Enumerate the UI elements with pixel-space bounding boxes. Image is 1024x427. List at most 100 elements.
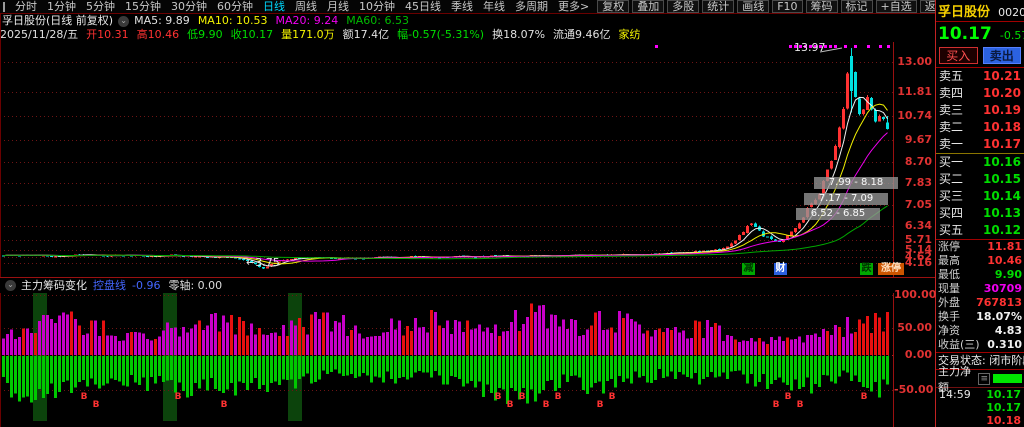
main-chart-canvas[interactable]	[0, 42, 893, 277]
queue-price: 10.12	[983, 222, 1021, 239]
buy-signal-marker: B	[220, 401, 228, 410]
period-tab[interactable]: 60分钟	[217, 0, 253, 13]
y-axis-label: 10.74	[894, 110, 932, 122]
tick-price: 10.18	[986, 414, 1021, 427]
toolbar-button[interactable]: 标记	[841, 0, 873, 13]
event-marker[interactable]: 财	[774, 263, 787, 275]
event-marker[interactable]: 跌	[860, 263, 873, 275]
zero-axis-label: 零轴: 0.00	[168, 279, 222, 293]
toolbar-button[interactable]: F10	[772, 0, 802, 13]
buy-signal-marker: B	[554, 393, 562, 402]
queue-label: 买二	[939, 171, 963, 188]
tick-price: 10.17	[986, 388, 1021, 401]
bid-row[interactable]: 买二10.15	[936, 171, 1024, 188]
queue-price: 10.18	[983, 119, 1021, 136]
queue-label: 卖一	[939, 136, 963, 153]
period-tab[interactable]: 年线	[483, 0, 505, 13]
ask-row[interactable]: 卖四 10.20	[936, 85, 1024, 102]
period-tab[interactable]: 1分钟	[47, 0, 76, 13]
chart-title: 孚日股份(日线 前复权)	[2, 14, 113, 28]
tick-row: 10.18	[936, 414, 1024, 427]
ohlc-value: 额17.4亿	[343, 28, 390, 41]
queue-price: 10.16	[983, 154, 1021, 171]
ask-row[interactable]: 卖一10.17	[936, 136, 1024, 153]
bid-row[interactable]: 买三10.14	[936, 188, 1024, 205]
queue-price: 10.13	[983, 205, 1021, 222]
ma-value: MA10: 10.53	[198, 14, 268, 27]
window-icon[interactable]	[3, 2, 5, 12]
ask-row[interactable]: 卖三10.19	[936, 102, 1024, 119]
period-tab[interactable]: 月线	[327, 0, 349, 13]
event-marker[interactable]: 减	[742, 263, 755, 275]
period-tab[interactable]: 更多>	[558, 0, 589, 13]
period-tab[interactable]: 周线	[295, 0, 317, 13]
buy-button[interactable]: 买入	[939, 47, 978, 64]
queue-price: 10.19	[983, 102, 1021, 119]
y-axis-label: 8.70	[894, 156, 932, 168]
bid-row[interactable]: 买四10.13	[936, 205, 1024, 222]
gap-annotation: 7.17 - 7.09	[804, 193, 888, 205]
toolbar-button[interactable]: 多股	[667, 0, 699, 13]
signal-dots-layer	[655, 45, 890, 48]
y-axis-label: 0.00	[894, 349, 932, 361]
period-tab[interactable]: 30分钟	[171, 0, 207, 13]
ask-row[interactable]: 卖五10.21	[936, 68, 1024, 85]
control-line-label: 控盘线	[93, 279, 126, 293]
quote-panel-header: 孚日股份 002083	[936, 0, 1024, 22]
period-tab[interactable]: 多周期	[515, 0, 548, 13]
stat-label: 最低	[938, 268, 960, 282]
period-tab[interactable]: 分时	[15, 0, 37, 13]
toolbar-button[interactable]: 画线	[737, 0, 769, 13]
event-marker[interactable]: 涨停	[878, 263, 904, 275]
stat-value: 18.07%	[976, 310, 1022, 324]
ohlc-value: 2025/11/28/五	[0, 28, 78, 41]
sell-queue: 卖五10.21卖四 10.20卖三10.19卖二10.18卖一10.17	[936, 68, 1024, 154]
y-axis-label: -50.00	[894, 384, 932, 396]
ma-values: MA5: 9.89MA10: 10.53MA20: 9.24MA60: 6.53	[134, 14, 417, 28]
tick-list: 14:5910.1710.1710.18	[936, 388, 1024, 427]
top-menubar: 分时 1分钟 5分钟 15分钟 30分钟 60分钟日线周线月线 10分钟 45日线季线年线多周…	[0, 0, 935, 14]
bid-row[interactable]: 买五 10.12	[936, 222, 1024, 239]
stat-label: 净资	[938, 324, 960, 338]
queue-label: 卖五	[939, 68, 963, 85]
price-change: -0.57	[1000, 29, 1024, 42]
period-tab[interactable]: 季线	[451, 0, 473, 13]
sell-button[interactable]: 卖出	[983, 47, 1022, 64]
queue-label: 买五	[939, 222, 963, 239]
list-icon[interactable]: ≡	[978, 373, 990, 385]
ohlc-value: 换18.07%	[492, 28, 545, 41]
stock-terminal: 分时 1分钟 5分钟 15分钟 30分钟 60分钟日线周线月线 10分钟 45日线季线年线多周…	[0, 0, 1024, 427]
toolbar-button[interactable]: 复权	[597, 0, 629, 13]
sub-chart-canvas[interactable]	[0, 292, 893, 427]
gap-annotation: 7.99 - 8.18	[814, 177, 898, 189]
period-tab[interactable]: 10分钟	[359, 0, 395, 13]
toolbar-button[interactable]: 筹码	[806, 0, 838, 13]
toolbar-button[interactable]: +自选	[876, 0, 917, 13]
tick-price: 10.17	[986, 401, 1021, 414]
ohlc-value: 量171.0万	[281, 28, 335, 41]
toolbar-button[interactable]: 统计	[702, 0, 734, 13]
stat-value: 11.81	[987, 240, 1022, 254]
y-axis-label: 7.83	[894, 177, 932, 189]
collapse-icon[interactable]: ⌄	[118, 16, 129, 27]
period-tab[interactable]: 15分钟	[125, 0, 161, 13]
stock-name[interactable]: 孚日股份	[938, 5, 990, 20]
period-tab[interactable]: 5分钟	[86, 0, 115, 13]
period-tab[interactable]: 日线	[263, 0, 285, 13]
collapse-icon[interactable]: ⌄	[5, 280, 16, 291]
ma-value: MA60: 6.53	[346, 14, 409, 27]
queue-label: 卖四	[939, 85, 963, 102]
toolbar-button[interactable]: 叠加	[632, 0, 664, 13]
stat-label: 现量	[938, 282, 960, 296]
period-tab[interactable]: 45日线	[405, 0, 441, 13]
ohlc-value: 开10.31	[86, 28, 129, 41]
bid-row[interactable]: 买一 10.16	[936, 154, 1024, 171]
buy-signal-marker: B	[772, 401, 780, 410]
ask-row[interactable]: 卖二10.18	[936, 119, 1024, 136]
peak-price-annotation: 13.97	[794, 42, 826, 53]
main-net-bar	[993, 374, 1022, 383]
stat-row: 收益(三)0.310	[936, 338, 1024, 352]
queue-price: 10.20	[983, 85, 1021, 102]
y-axis-label: 50.00	[894, 322, 932, 334]
queue-label: 买一	[939, 154, 963, 171]
